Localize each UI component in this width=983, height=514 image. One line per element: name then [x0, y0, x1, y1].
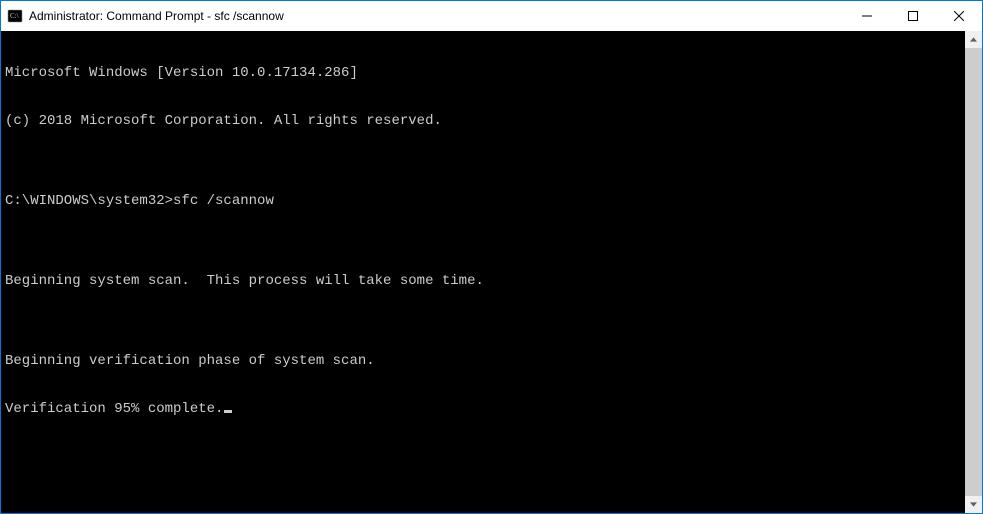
- terminal-line: Beginning verification phase of system s…: [5, 353, 961, 369]
- terminal-line: Beginning system scan. This process will…: [5, 273, 961, 289]
- terminal-line: Microsoft Windows [Version 10.0.17134.28…: [5, 65, 961, 81]
- terminal-line: Verification 95% complete.: [5, 401, 961, 417]
- window-controls: [844, 1, 982, 31]
- terminal-line: C:\WINDOWS\system32>sfc /scannow: [5, 193, 961, 209]
- vertical-scrollbar[interactable]: [965, 31, 982, 513]
- titlebar[interactable]: C:\ Administrator: Command Prompt - sfc …: [1, 1, 982, 31]
- close-button[interactable]: [936, 1, 982, 31]
- svg-text:C:\: C:\: [10, 12, 19, 20]
- maximize-button[interactable]: [890, 1, 936, 31]
- scroll-track[interactable]: [965, 48, 982, 496]
- app-icon: C:\: [7, 8, 23, 24]
- scroll-up-button[interactable]: [965, 31, 982, 48]
- terminal-text: Verification 95% complete.: [5, 401, 223, 417]
- content-area: Microsoft Windows [Version 10.0.17134.28…: [1, 31, 982, 513]
- scroll-down-button[interactable]: [965, 496, 982, 513]
- terminal-output[interactable]: Microsoft Windows [Version 10.0.17134.28…: [1, 31, 965, 513]
- cursor-icon: [224, 410, 232, 413]
- window-title: Administrator: Command Prompt - sfc /sca…: [29, 9, 284, 23]
- command-prompt-window: C:\ Administrator: Command Prompt - sfc …: [0, 0, 983, 514]
- scroll-thumb[interactable]: [965, 48, 982, 496]
- minimize-button[interactable]: [844, 1, 890, 31]
- terminal-line: (c) 2018 Microsoft Corporation. All righ…: [5, 113, 961, 129]
